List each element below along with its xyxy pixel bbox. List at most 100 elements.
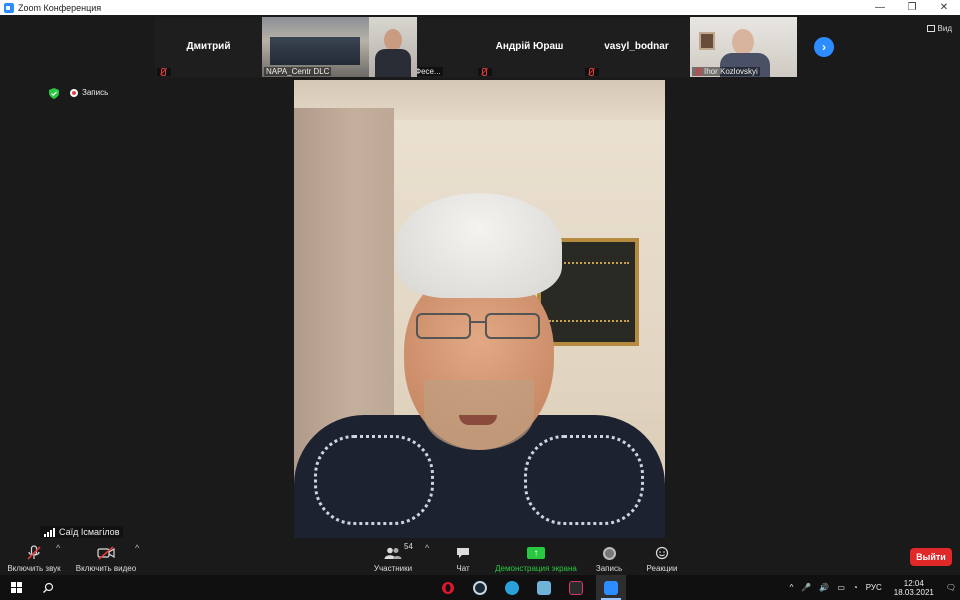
clock-time: 12:04 xyxy=(903,578,924,588)
participants-icon xyxy=(384,544,402,562)
view-label: Вид xyxy=(937,24,952,33)
window-titlebar: Zoom Конференция — ❐ ✕ xyxy=(0,0,960,15)
mic-muted-icon xyxy=(694,67,702,76)
taskbar-app-telegram[interactable] xyxy=(500,575,524,600)
taskbar-app-photos[interactable] xyxy=(532,575,556,600)
meeting-toolbar: Включить звук ^ Включить видео ^ Участни… xyxy=(0,539,960,575)
participant-tile-caption-area: Андрей Фесе... xyxy=(417,17,476,77)
garment-ornament xyxy=(524,435,644,525)
participant-tile[interactable]: Ihor Kozlovskyi xyxy=(690,17,797,77)
share-screen-label: Демонстрация экрана xyxy=(495,564,577,573)
participants-label: Участники xyxy=(373,564,413,573)
participant-tile[interactable]: vasyl_bodnar xyxy=(583,17,690,77)
participant-name: Дмитрий xyxy=(186,41,231,52)
app-icon xyxy=(569,580,583,595)
steam-icon xyxy=(473,580,487,595)
start-video-button[interactable]: Включить видео xyxy=(72,539,140,575)
participants-count: 54 xyxy=(404,542,413,551)
chat-icon xyxy=(456,544,470,562)
system-tray: ^ 🎤 🔊 ▭ ◔ РУС 12:04 18.03.2021 🗨 xyxy=(786,575,960,600)
unmute-label: Включить звук xyxy=(7,564,61,573)
search-button[interactable] xyxy=(36,575,60,600)
zoom-app-icon xyxy=(4,2,14,13)
participant-caption-row: Андрей Фесе... xyxy=(417,67,443,76)
participant-caption-row: Ihor Kozlovskyi xyxy=(692,67,760,76)
participants-options-caret[interactable]: ^ xyxy=(425,543,429,553)
participant-video-head xyxy=(732,29,754,55)
participant-caption: NAPA_Centr DLC xyxy=(264,67,332,76)
video-off-icon xyxy=(97,544,115,562)
record-icon xyxy=(602,546,616,560)
mic-muted-icon xyxy=(587,68,595,76)
windows-taskbar: ^ 🎤 🔊 ▭ ◔ РУС 12:04 18.03.2021 🗨 xyxy=(0,575,960,600)
recording-dot-icon xyxy=(70,88,78,97)
active-speaker-video xyxy=(294,80,665,538)
zoom-icon xyxy=(604,580,618,595)
signal-strength-icon xyxy=(44,527,56,537)
start-button[interactable] xyxy=(0,575,32,600)
speaker-mouth xyxy=(459,415,497,425)
participant-name: vasyl_bodnar xyxy=(604,41,669,52)
participant-caption: Ihor Kozlovskyi xyxy=(704,67,758,76)
speaker-hat xyxy=(396,193,562,298)
clock-date: 18.03.2021 xyxy=(893,587,934,597)
taskbar-app-zoom[interactable] xyxy=(596,575,626,600)
maximize-button[interactable]: ❐ xyxy=(896,0,928,15)
reactions-button[interactable]: Реакции xyxy=(642,539,682,575)
language-indicator[interactable]: РУС xyxy=(866,583,882,592)
share-screen-button[interactable]: ↑ Демонстрация экрана xyxy=(490,539,582,575)
share-screen-icon: ↑ xyxy=(527,547,545,559)
clock[interactable]: 12:04 18.03.2021 xyxy=(894,579,934,597)
participant-video-body xyxy=(375,49,411,77)
participant-video xyxy=(270,37,360,65)
reactions-icon xyxy=(655,544,669,562)
view-button[interactable]: Вид xyxy=(926,24,952,33)
close-button[interactable]: ✕ xyxy=(928,0,960,15)
mic-muted-icon xyxy=(480,68,488,76)
search-icon xyxy=(43,582,54,593)
minimize-button[interactable]: — xyxy=(864,0,896,15)
start-video-label: Включить видео xyxy=(75,564,137,573)
recording-indicator[interactable]: Запись xyxy=(70,88,108,97)
next-page-button[interactable]: › xyxy=(814,37,834,57)
speaker-name: Саїд Ісмагілов xyxy=(59,527,120,537)
speaker-name-label: Саїд Ісмагілов xyxy=(40,526,124,538)
taskbar-app-steam[interactable] xyxy=(468,575,492,600)
participant-tile[interactable]: Андрій Юраш xyxy=(476,17,583,77)
meeting-area: Дмитрий NAPA_Centr DLC Андрей Фесе... Ан… xyxy=(0,15,960,575)
recording-label: Запись xyxy=(82,88,109,97)
record-label: Запись xyxy=(595,564,623,573)
participant-caption: Андрей Фесе... xyxy=(417,67,441,76)
volume-icon[interactable]: 🔊 xyxy=(819,583,829,592)
taskbar-app-viewer[interactable] xyxy=(564,575,588,600)
mic-muted-icon xyxy=(159,68,167,76)
microphone-icon[interactable]: 🎤 xyxy=(801,583,811,592)
reactions-label: Реакции xyxy=(646,564,678,573)
participant-tile[interactable]: NAPA_Centr DLC xyxy=(262,17,369,77)
leave-button[interactable]: Выйти xyxy=(910,548,952,566)
participant-video xyxy=(699,32,715,50)
chevron-up-icon[interactable]: ^ xyxy=(790,583,794,592)
speaker-glasses xyxy=(416,313,540,341)
battery-icon[interactable]: ▭ xyxy=(837,583,845,592)
mic-muted-icon xyxy=(26,544,42,562)
participant-video xyxy=(384,29,402,51)
chat-button[interactable]: Чат xyxy=(446,539,480,575)
participant-tile[interactable]: Дмитрий xyxy=(155,17,262,77)
record-button[interactable]: Запись xyxy=(590,539,628,575)
photos-icon xyxy=(537,580,551,595)
grid-view-icon xyxy=(926,25,935,32)
windows-logo-icon xyxy=(10,582,22,593)
video-options-caret[interactable]: ^ xyxy=(135,543,139,553)
taskbar-app-opera[interactable] xyxy=(436,575,460,600)
participant-name: Андрій Юраш xyxy=(495,41,564,52)
opera-icon xyxy=(442,581,454,594)
participant-strip: Дмитрий NAPA_Centr DLC Андрей Фесе... Ан… xyxy=(155,17,797,77)
garment-ornament xyxy=(314,435,434,525)
shield-icon[interactable] xyxy=(49,88,59,99)
network-icon[interactable]: ◔ xyxy=(853,583,858,592)
chat-label: Чат xyxy=(456,564,470,573)
participant-tile[interactable] xyxy=(369,17,417,77)
notification-icon[interactable]: 🗨 xyxy=(946,583,956,592)
audio-options-caret[interactable]: ^ xyxy=(56,543,60,553)
